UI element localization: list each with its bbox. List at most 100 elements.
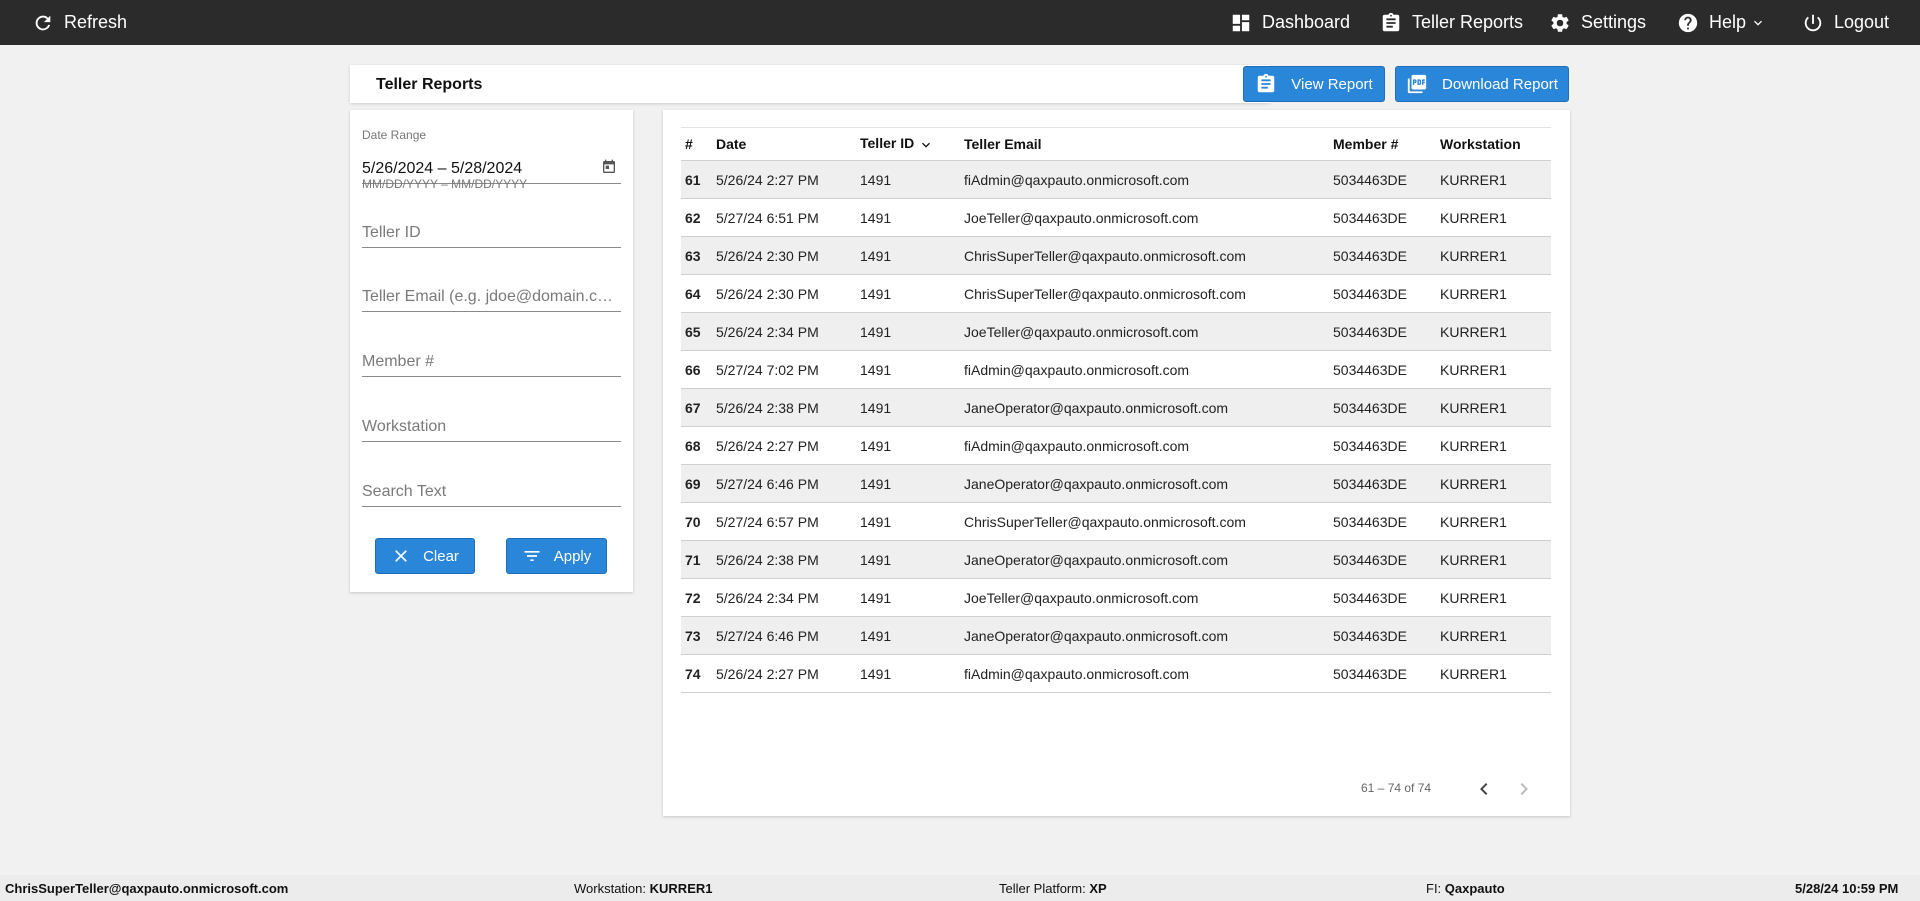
cell-number: 73 (681, 616, 712, 655)
dashboard-icon (1232, 14, 1250, 31)
cell-number: 70 (681, 502, 712, 541)
column-header-teller-email[interactable]: Teller Email (960, 127, 1329, 161)
cell-member: 5034463DE (1329, 236, 1436, 275)
date-range-hint: MM/DD/YYYY – MM/DD/YYYY (362, 177, 528, 191)
chevron-right-icon[interactable] (1512, 777, 1536, 801)
nav-help[interactable]: Help (1677, 0, 1766, 45)
cell-workstation: KURRER1 (1436, 464, 1551, 503)
teller-id-input[interactable]: Teller ID (362, 204, 621, 248)
cell-workstation: KURRER1 (1436, 502, 1551, 541)
nav-dashboard[interactable]: Dashboard (1230, 0, 1350, 45)
cell-number: 66 (681, 350, 712, 389)
chevron-left-icon[interactable] (1472, 777, 1496, 801)
footer-workstation: Workstation: KURRER1 (574, 881, 712, 896)
cell-teller-id: 1491 (856, 616, 960, 655)
cell-date: 5/27/24 6:51 PM (712, 198, 856, 237)
search-text-placeholder: Search Text (362, 483, 447, 500)
cell-date: 5/26/24 2:27 PM (712, 654, 856, 693)
cell-member: 5034463DE (1329, 464, 1436, 503)
calendar-icon[interactable] (601, 159, 617, 175)
footer-user: ChrisSuperTeller@qaxpauto.onmicrosoft.co… (5, 881, 288, 896)
member-number-input[interactable]: Member # (362, 333, 621, 377)
cell-workstation: KURRER1 (1436, 274, 1551, 313)
member-number-placeholder: Member # (362, 353, 435, 370)
cell-teller-email: ChrisSuperTeller@qaxpauto.onmicrosoft.co… (960, 274, 1329, 313)
cell-date: 5/26/24 2:27 PM (712, 160, 856, 199)
cell-teller-email: ChrisSuperTeller@qaxpauto.onmicrosoft.co… (960, 236, 1329, 275)
cell-number: 71 (681, 540, 712, 579)
cell-member: 5034463DE (1329, 388, 1436, 427)
footer-user-value: ChrisSuperTeller@qaxpauto.onmicrosoft.co… (5, 881, 289, 896)
cell-number: 62 (681, 198, 712, 237)
table-row[interactable]: 67 5/26/24 2:38 PM 1491 JaneOperator@qaxpau… (681, 388, 1551, 427)
table-row[interactable]: 61 5/26/24 2:27 PM 1491 fiAdmin@qaxpauto.on… (681, 160, 1551, 199)
footer-platform-value: XP (1089, 881, 1107, 896)
close-icon (395, 550, 407, 562)
cell-date: 5/27/24 6:46 PM (712, 616, 856, 655)
apply-button[interactable]: Apply (506, 538, 607, 574)
search-text-input[interactable]: Search Text (362, 463, 621, 507)
teller-email-input[interactable]: Teller Email (e.g. jdoe@domain.com) (362, 268, 621, 312)
download-report-button[interactable]: Download Report (1395, 66, 1569, 102)
cell-date: 5/26/24 2:38 PM (712, 388, 856, 427)
power-icon (1804, 14, 1822, 31)
cell-number: 72 (681, 578, 712, 617)
cell-member: 5034463DE (1329, 198, 1436, 237)
filter-panel: Date Range 5/26/2024 – 5/28/2024 MM/DD/Y… (350, 110, 633, 592)
column-header-teller-id[interactable]: Teller ID (856, 127, 960, 161)
table-row[interactable]: 65 5/26/24 2:34 PM 1491 JoeTeller@qaxpauto.… (681, 312, 1551, 351)
table-row[interactable]: 64 5/26/24 2:30 PM 1491 ChrisSuperTeller@qa… (681, 274, 1551, 313)
table-row[interactable]: 72 5/26/24 2:34 PM 1491 JoeTeller@qaxpauto.… (681, 578, 1551, 617)
clipboard-icon (1382, 12, 1400, 31)
workstation-input[interactable]: Workstation (362, 398, 621, 442)
cell-teller-id: 1491 (856, 350, 960, 389)
logout-button[interactable]: Logout (1802, 0, 1889, 45)
cell-member: 5034463DE (1329, 654, 1436, 693)
filter-icon (524, 551, 540, 561)
cell-teller-email: JaneOperator@qaxpauto.onmicrosoft.com (960, 388, 1329, 427)
apply-label: Apply (553, 547, 592, 565)
nav-teller-reports[interactable]: Teller Reports (1380, 0, 1523, 45)
column-header-workstation[interactable]: Workstation (1436, 127, 1551, 161)
column-header-date[interactable]: Date (712, 127, 856, 161)
view-report-label: View Report (1291, 75, 1373, 93)
cell-member: 5034463DE (1329, 540, 1436, 579)
cell-teller-id: 1491 (856, 236, 960, 275)
gear-icon (1551, 13, 1569, 32)
table-row[interactable]: 70 5/27/24 6:57 PM 1491 ChrisSuperTeller@qa… (681, 502, 1551, 541)
pdf-icon (1407, 74, 1427, 94)
table-row[interactable]: 73 5/27/24 6:46 PM 1491 JaneOperator@qaxpau… (681, 616, 1551, 655)
table-row[interactable]: 63 5/26/24 2:30 PM 1491 ChrisSuperTeller@qa… (681, 236, 1551, 275)
column-header-member[interactable]: Member # (1329, 127, 1436, 161)
table-row[interactable]: 66 5/27/24 7:02 PM 1491 fiAdmin@qaxpauto.on… (681, 350, 1551, 389)
cell-teller-email: fiAdmin@qaxpauto.onmicrosoft.com (960, 426, 1329, 465)
cell-teller-id: 1491 (856, 502, 960, 541)
cell-teller-email: fiAdmin@qaxpauto.onmicrosoft.com (960, 350, 1329, 389)
nav-settings[interactable]: Settings (1549, 0, 1646, 45)
cell-teller-id: 1491 (856, 198, 960, 237)
cell-number: 68 (681, 426, 712, 465)
view-report-button[interactable]: View Report (1243, 66, 1385, 102)
table-row[interactable]: 68 5/26/24 2:27 PM 1491 fiAdmin@qaxpauto.on… (681, 426, 1551, 465)
refresh-button[interactable]: Refresh (32, 0, 127, 45)
cell-member: 5034463DE (1329, 616, 1436, 655)
cell-teller-id: 1491 (856, 578, 960, 617)
cell-teller-email: JoeTeller@qaxpauto.onmicrosoft.com (960, 312, 1329, 351)
teller-report-table: # Date Teller ID Teller Email Member # W… (681, 127, 1551, 693)
cell-teller-email: fiAdmin@qaxpauto.onmicrosoft.com (960, 160, 1329, 199)
footer-datetime: 5/28/24 10:59 PM (1795, 881, 1898, 896)
results-panel: # Date Teller ID Teller Email Member # W… (663, 110, 1570, 816)
table-row[interactable]: 74 5/26/24 2:27 PM 1491 fiAdmin@qaxpauto.on… (681, 654, 1551, 693)
cell-number: 64 (681, 274, 712, 313)
cell-number: 67 (681, 388, 712, 427)
clear-button[interactable]: Clear (375, 538, 475, 574)
table-row[interactable]: 69 5/27/24 6:46 PM 1491 JaneOperator@qaxpau… (681, 464, 1551, 503)
column-header-number[interactable]: # (681, 127, 712, 161)
table-row[interactable]: 71 5/26/24 2:38 PM 1491 JaneOperator@qaxpau… (681, 540, 1551, 579)
cell-number: 65 (681, 312, 712, 351)
cell-member: 5034463DE (1329, 426, 1436, 465)
column-header-teller-id-label: Teller ID (860, 135, 915, 152)
table-row[interactable]: 62 5/27/24 6:51 PM 1491 JoeTeller@qaxpauto.… (681, 198, 1551, 237)
cell-member: 5034463DE (1329, 350, 1436, 389)
cell-teller-email: JaneOperator@qaxpauto.onmicrosoft.com (960, 464, 1329, 503)
